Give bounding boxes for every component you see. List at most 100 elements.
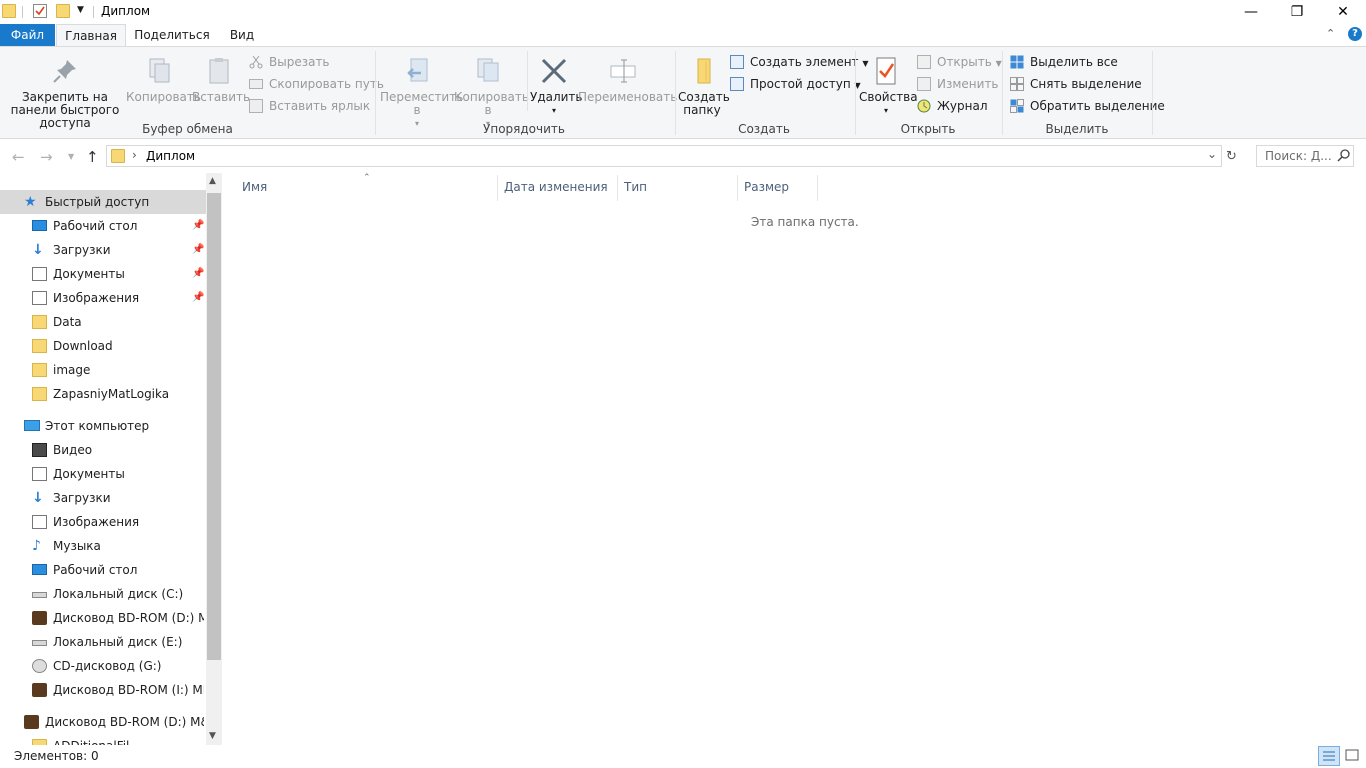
tab-share[interactable]: Поделиться bbox=[128, 24, 216, 46]
bd-drive-item[interactable]: Дисковод BD-ROM (D:) M&B 1 bbox=[24, 710, 204, 734]
easy-access-button[interactable]: Простой доступ ▼ bbox=[730, 74, 861, 94]
organize-group-label: Упорядочить bbox=[483, 122, 565, 136]
search-input[interactable]: Поиск: Д... bbox=[1256, 145, 1354, 167]
history-button[interactable]: Журнал bbox=[917, 96, 988, 116]
column-type[interactable]: Тип bbox=[624, 180, 647, 194]
large-icons-view-button[interactable] bbox=[1342, 746, 1364, 766]
quick-item[interactable]: Рабочий стол bbox=[32, 214, 204, 238]
open-button[interactable]: Открыть ▼ bbox=[917, 52, 1002, 72]
paste-shortcut-button[interactable]: Вставить ярлык bbox=[249, 96, 370, 116]
delete-button[interactable]: Удалить ▾ bbox=[530, 55, 583, 117]
column-name[interactable]: Имя bbox=[242, 180, 267, 194]
pin-icon[interactable]: 📌 bbox=[192, 244, 204, 255]
rename-button[interactable]: Переименовать bbox=[578, 55, 677, 104]
partial-item[interactable]: ADDitionalFil bbox=[32, 734, 202, 745]
pc-item[interactable]: Локальный диск (E:) bbox=[32, 630, 204, 654]
new-folder-button[interactable]: Создать папку bbox=[678, 55, 730, 117]
quick-item[interactable]: ↓ Загрузки bbox=[32, 238, 204, 262]
pin-icon[interactable]: 📌 bbox=[192, 268, 204, 279]
help-icon[interactable]: ? bbox=[1348, 27, 1362, 41]
breadcrumb-path[interactable]: Диплом bbox=[146, 149, 195, 163]
open-chevron-icon: ▼ bbox=[995, 59, 1002, 68]
copy-icon bbox=[143, 55, 175, 87]
quick-item[interactable]: Data bbox=[32, 310, 204, 334]
pc-item[interactable]: Дисковод BD-ROM (D:) M&B bbox=[32, 606, 204, 630]
pc-item[interactable]: Документы bbox=[32, 462, 204, 486]
close-button[interactable]: ✕ bbox=[1320, 0, 1366, 24]
paste-label: Вставить bbox=[192, 90, 251, 104]
column-divider[interactable] bbox=[817, 175, 818, 201]
refresh-icon[interactable]: ↻ bbox=[1226, 149, 1237, 164]
select-all-button[interactable]: Выделить все bbox=[1010, 52, 1118, 72]
tab-home[interactable]: Главная bbox=[56, 24, 126, 47]
address-bar[interactable]: › Диплом ⌄ bbox=[106, 145, 1222, 167]
collapse-ribbon-icon[interactable]: ⌃ bbox=[1326, 27, 1335, 40]
cut-button[interactable]: Вырезать bbox=[249, 52, 330, 72]
quick-item[interactable]: ZapasniyMatLogika bbox=[32, 382, 204, 406]
properties-button[interactable]: Свойства ▾ bbox=[859, 55, 918, 117]
properties-icon[interactable] bbox=[33, 4, 47, 18]
pc-item[interactable]: Изображения bbox=[32, 510, 204, 534]
scroll-up-icon[interactable]: ▲ bbox=[209, 176, 216, 186]
invert-selection-button[interactable]: Обратить выделение bbox=[1010, 96, 1165, 116]
new-folder-label: Создать папку bbox=[678, 90, 730, 117]
quick-item[interactable]: image bbox=[32, 358, 204, 382]
quick-access-item[interactable]: ★ Быстрый доступ bbox=[24, 190, 204, 214]
column-divider[interactable] bbox=[617, 175, 618, 201]
pc-item[interactable]: ♪ Музыка bbox=[32, 534, 204, 558]
customize-qat-chevron-icon[interactable]: ▼ bbox=[77, 5, 84, 15]
paste-button[interactable]: Вставить bbox=[192, 55, 251, 104]
address-dropdown-icon[interactable]: ⌄ bbox=[1207, 147, 1217, 161]
pc-item[interactable]: Рабочий стол bbox=[32, 558, 204, 582]
quick-item[interactable]: Изображения bbox=[32, 286, 204, 310]
this-pc-item[interactable]: Этот компьютер bbox=[24, 414, 204, 438]
column-divider[interactable] bbox=[497, 175, 498, 201]
column-divider[interactable] bbox=[737, 175, 738, 201]
new-item-button[interactable]: Создать элемент ▼ bbox=[730, 52, 869, 72]
details-view-button[interactable] bbox=[1318, 746, 1340, 766]
scroll-down-icon[interactable]: ▼ bbox=[209, 731, 216, 741]
scrollbar-thumb[interactable] bbox=[207, 193, 221, 660]
pin-icon[interactable]: 📌 bbox=[192, 220, 204, 231]
quick-item[interactable]: Download bbox=[32, 334, 204, 358]
drive-icon bbox=[32, 592, 47, 598]
recent-locations-chevron-icon[interactable]: ▼ bbox=[68, 152, 74, 161]
breadcrumb-chevron-icon[interactable]: › bbox=[132, 148, 137, 162]
bd-drive-label: Дисковод BD-ROM (D:) M&B 1 bbox=[45, 715, 204, 729]
select-none-button[interactable]: Снять выделение bbox=[1010, 74, 1142, 94]
pc-label: Дисковод BD-ROM (D:) M&B bbox=[53, 611, 204, 625]
column-size[interactable]: Размер bbox=[744, 180, 789, 194]
pin-quick-access-button[interactable]: Закрепить на панели быстрого доступа bbox=[4, 55, 126, 130]
pc-item[interactable]: Видео bbox=[32, 438, 204, 462]
copy-path-button[interactable]: Скопировать путь bbox=[249, 74, 384, 94]
folder-icon bbox=[32, 315, 47, 329]
move-to-button[interactable]: Переместить в ▾ bbox=[380, 55, 463, 130]
pc-item[interactable]: CD-дисковод (G:) bbox=[32, 654, 204, 678]
new-folder-icon[interactable] bbox=[56, 4, 70, 18]
quick-item[interactable]: Документы bbox=[32, 262, 204, 286]
tab-file[interactable]: Файл bbox=[0, 24, 55, 46]
copy-to-label: Копировать в bbox=[454, 90, 529, 117]
minimize-button[interactable]: — bbox=[1228, 0, 1274, 24]
pc-label: Загрузки bbox=[53, 491, 111, 505]
restore-button[interactable]: ❐ bbox=[1274, 0, 1320, 24]
rename-icon bbox=[607, 55, 639, 87]
back-arrow-icon[interactable]: ← bbox=[12, 148, 25, 166]
group-divider bbox=[1152, 51, 1153, 135]
copy-to-button[interactable]: Копировать в ▾ bbox=[454, 55, 529, 130]
pc-item[interactable]: Локальный диск (C:) bbox=[32, 582, 204, 606]
forward-arrow-icon[interactable]: → bbox=[40, 148, 53, 166]
search-icon bbox=[1337, 148, 1351, 165]
pc-item[interactable]: ↓ Загрузки bbox=[32, 486, 204, 510]
tab-view[interactable]: Вид bbox=[218, 24, 266, 46]
properties-chevron-icon: ▾ bbox=[883, 106, 888, 115]
create-group-label: Создать bbox=[738, 122, 790, 136]
copy-button[interactable]: Копировать bbox=[126, 55, 201, 104]
edit-button[interactable]: Изменить bbox=[917, 74, 999, 94]
folder-icon bbox=[2, 4, 16, 18]
up-arrow-icon[interactable]: ↑ bbox=[86, 148, 99, 166]
pin-icon[interactable]: 📌 bbox=[192, 292, 204, 303]
select-group-label: Выделить bbox=[1045, 122, 1109, 136]
pc-item[interactable]: Дисковод BD-ROM (I:) MB_C bbox=[32, 678, 204, 702]
column-date-modified[interactable]: Дата изменения bbox=[504, 180, 608, 194]
